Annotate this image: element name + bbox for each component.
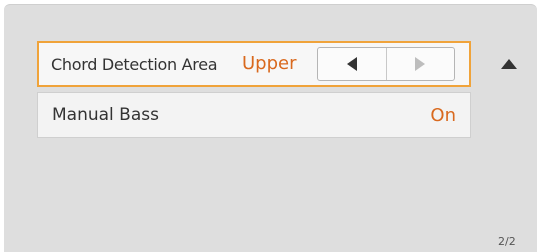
settings-screen: Chord Detection Area Upper Manual Bass O… <box>0 0 541 252</box>
manual-bass-label: Manual Bass <box>52 105 159 125</box>
manual-bass-value: On <box>430 104 456 126</box>
chord-detection-area-row[interactable]: Chord Detection Area Upper <box>37 41 471 87</box>
manual-bass-row[interactable]: Manual Bass On <box>37 92 471 138</box>
chord-detection-area-label: Chord Detection Area <box>51 54 218 74</box>
decrement-button[interactable] <box>318 48 386 80</box>
increment-button[interactable] <box>385 48 455 80</box>
triangle-up-icon[interactable] <box>501 59 517 69</box>
triangle-right-icon <box>415 57 426 71</box>
triangle-left-icon <box>346 57 357 71</box>
page-indicator: 2/2 <box>498 235 516 248</box>
chord-detection-area-value: Upper <box>242 53 297 74</box>
settings-panel: Chord Detection Area Upper Manual Bass O… <box>4 4 537 252</box>
chord-detection-area-stepper <box>317 47 455 81</box>
